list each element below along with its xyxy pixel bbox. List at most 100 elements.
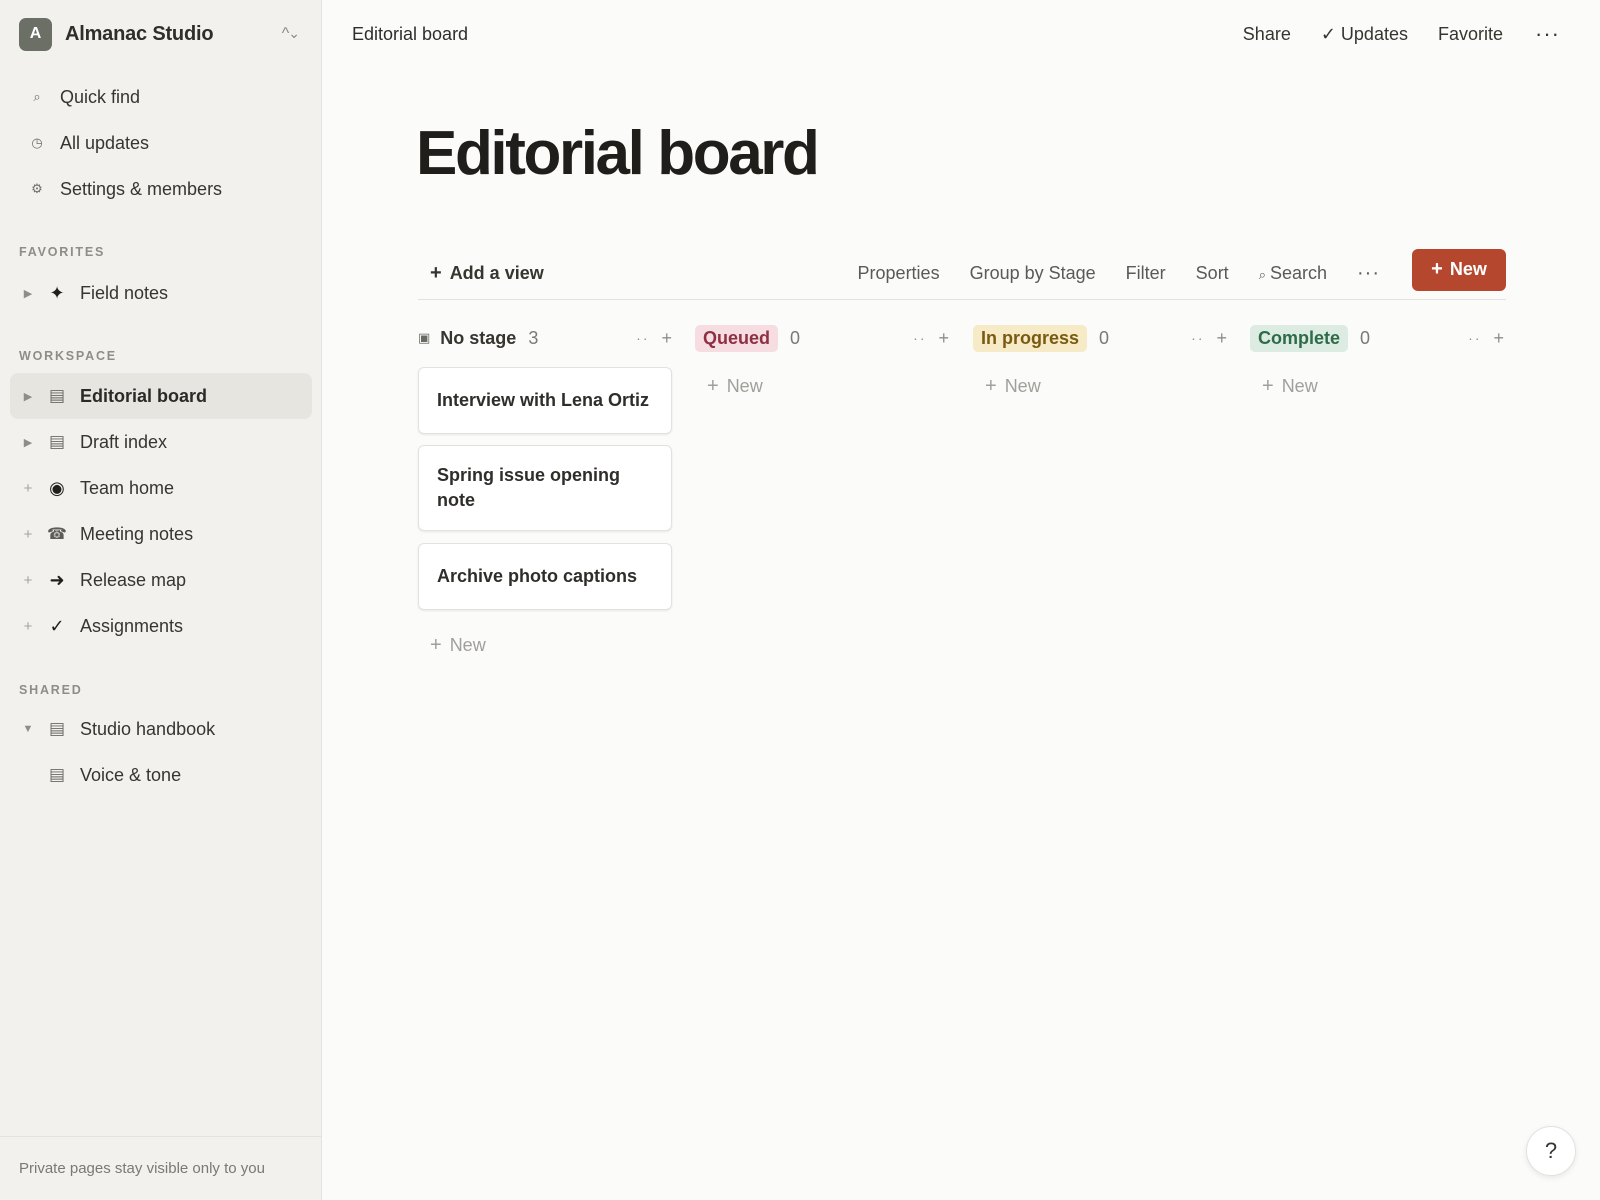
favorites-list: ▶ ✦ Field notes — [10, 270, 312, 316]
column-title[interactable]: No stage — [440, 328, 516, 349]
share-button[interactable]: Share — [1243, 24, 1291, 45]
board-card[interactable]: Archive photo captions — [418, 543, 672, 610]
sidebar-item-assignments[interactable]: + ✓ Assignments — [10, 603, 312, 649]
column-add-icon[interactable]: + — [938, 328, 949, 349]
column-title[interactable]: In progress — [973, 324, 1088, 352]
sidebar-item-quick-find[interactable]: ⌕ Quick find — [10, 74, 312, 120]
group-by-button[interactable]: Group by Stage — [970, 263, 1096, 284]
new-item-label: New — [1449, 259, 1487, 279]
chevron-up-down-icon[interactable]: ^⌄ — [282, 25, 300, 43]
column-new-button[interactable]: + New — [985, 375, 1041, 398]
expand-toggle-icon[interactable]: ▶ — [10, 390, 46, 403]
column-add-icon[interactable]: + — [1493, 328, 1504, 349]
sidebar-item-label: Editorial board — [80, 385, 208, 406]
column-add-icon[interactable]: + — [1216, 328, 1227, 349]
card-title: Interview with Lena Ortiz — [437, 390, 650, 410]
phone-icon: ☎ — [47, 526, 67, 543]
sidebar-item-release-map[interactable]: + ➜ Release map — [10, 557, 312, 603]
updates-button[interactable]: ✓ Updates — [1321, 24, 1408, 45]
add-subpage-icon[interactable]: + — [10, 526, 46, 543]
table-icon: ▤ — [48, 719, 66, 738]
board-card[interactable]: Interview with Lena Ortiz — [418, 367, 672, 434]
sidebar-item-label: Settings & members — [60, 178, 223, 199]
column-add-icon[interactable]: + — [661, 328, 672, 349]
topbar: Editorial board Share ✓ Updates Favorite… — [322, 0, 1600, 68]
board-card[interactable]: Spring issue opening note — [418, 445, 672, 531]
plus-icon: + — [1262, 375, 1274, 397]
help-button[interactable]: ? — [1526, 1126, 1576, 1176]
board-column-in-progress: In progress 0 ·· + + New — [973, 322, 1227, 397]
column-more-icon[interactable]: ·· — [1468, 330, 1481, 346]
no-stage-icon: ▣ — [418, 330, 431, 345]
sidebar-item-meeting-notes[interactable]: + ☎ Meeting notes — [10, 511, 312, 557]
sidebar-item-label: Field notes — [80, 282, 169, 303]
column-header: Complete 0 ·· + — [1250, 322, 1504, 354]
more-options-icon[interactable]: ··· — [1535, 21, 1560, 47]
add-subpage-icon[interactable]: + — [10, 480, 46, 497]
sidebar-item-all-updates[interactable]: ◷ All updates — [10, 120, 312, 166]
column-header: ▣ No stage 3 ·· + — [418, 322, 672, 354]
favorite-button[interactable]: Favorite — [1438, 24, 1503, 45]
sidebar-item-label: Draft index — [80, 431, 168, 452]
column-title[interactable]: Queued — [695, 324, 779, 352]
sidebar-nav: ⌕ Quick find ◷ All updates ⚙ Settings & … — [10, 74, 312, 212]
plus-icon: + — [985, 375, 997, 397]
sidebar-item-settings[interactable]: ⚙ Settings & members — [10, 166, 312, 212]
sidebar-item-field-notes[interactable]: ▶ ✦ Field notes — [10, 270, 312, 316]
card-title: Spring issue opening note — [437, 465, 621, 510]
sidebar-item-team-home[interactable]: + ◉ Team home — [10, 465, 312, 511]
sidebar-item-draft-index[interactable]: ▶ ▤ Draft index — [10, 419, 312, 465]
add-subpage-icon[interactable]: + — [10, 618, 46, 635]
column-more-icon[interactable]: ·· — [1191, 330, 1204, 346]
table-icon: ▤ — [48, 432, 66, 451]
view-more-icon[interactable]: ··· — [1357, 262, 1380, 285]
board-column-no-stage: ▣ No stage 3 ·· + Interview with Lena Or… — [418, 322, 672, 656]
collapse-toggle-icon[interactable]: ▼ — [10, 723, 46, 735]
workspace-list: ▶ ▤ Editorial board ▶ ▤ Draft index + ◉ … — [10, 373, 312, 649]
sidebar-item-label: Team home — [80, 477, 175, 498]
filter-button[interactable]: Filter — [1126, 263, 1166, 284]
table-icon: ▤ — [48, 765, 66, 784]
sidebar-item-label: Release map — [80, 569, 187, 590]
search-button[interactable]: ⌕ Search — [1259, 263, 1327, 284]
board-column-queued: Queued 0 ·· + + New — [695, 322, 949, 397]
properties-button[interactable]: Properties — [858, 263, 940, 284]
sidebar-footer-note: Private pages stay visible only to you — [0, 1136, 321, 1200]
column-tools: ·· + — [1468, 328, 1504, 349]
expand-toggle-icon[interactable]: ▶ — [10, 287, 46, 300]
workspace-switcher[interactable]: A Almanac Studio ^⌄ — [19, 17, 307, 51]
column-new-button[interactable]: + New — [707, 375, 763, 398]
column-new-label: New — [449, 635, 486, 655]
expand-toggle-icon[interactable]: ▶ — [10, 436, 46, 449]
sidebar-item-voice-and-tone[interactable]: ▤ Voice & tone — [10, 752, 312, 798]
sidebar-item-label: All updates — [60, 132, 150, 153]
sidebar-item-label: Studio handbook — [80, 718, 216, 739]
view-toolbar: + Add a view Properties Group by Stage F… — [418, 248, 1506, 300]
column-new-label: New — [1281, 376, 1318, 396]
column-new-button[interactable]: + New — [430, 634, 486, 657]
page-title[interactable]: Editorial board — [416, 118, 820, 189]
column-count: 3 — [528, 327, 539, 348]
sidebar-item-studio-handbook[interactable]: ▼ ▤ Studio handbook — [10, 706, 312, 752]
column-more-icon[interactable]: ·· — [913, 330, 926, 346]
gear-icon: ⚙ — [31, 181, 43, 196]
column-new-button[interactable]: + New — [1262, 375, 1318, 398]
sparkle-icon: ✦ — [49, 282, 65, 303]
sidebar-item-editorial-board[interactable]: ▶ ▤ Editorial board — [10, 373, 312, 419]
column-tools: ·· + — [636, 328, 672, 349]
column-title[interactable]: Complete — [1250, 324, 1349, 352]
add-subpage-icon[interactable]: + — [10, 572, 46, 589]
add-view-button[interactable]: + Add a view — [430, 262, 544, 285]
new-item-button[interactable]: + New — [1412, 248, 1506, 291]
plus-icon: + — [430, 634, 442, 656]
plus-icon: + — [1431, 258, 1443, 280]
column-more-icon[interactable]: ·· — [636, 330, 649, 346]
clock-icon: ◷ — [31, 135, 43, 150]
view-controls: Properties Group by Stage Filter Sort ⌕ S… — [828, 262, 1380, 285]
sort-button[interactable]: Sort — [1196, 263, 1229, 284]
favorites-heading: FAVORITES — [19, 245, 106, 259]
shared-list: ▼ ▤ Studio handbook ▤ Voice & tone — [10, 706, 312, 798]
sidebar-item-label: Quick find — [60, 86, 141, 107]
column-tools: ·· + — [913, 328, 949, 349]
breadcrumb[interactable]: Editorial board — [352, 24, 468, 45]
